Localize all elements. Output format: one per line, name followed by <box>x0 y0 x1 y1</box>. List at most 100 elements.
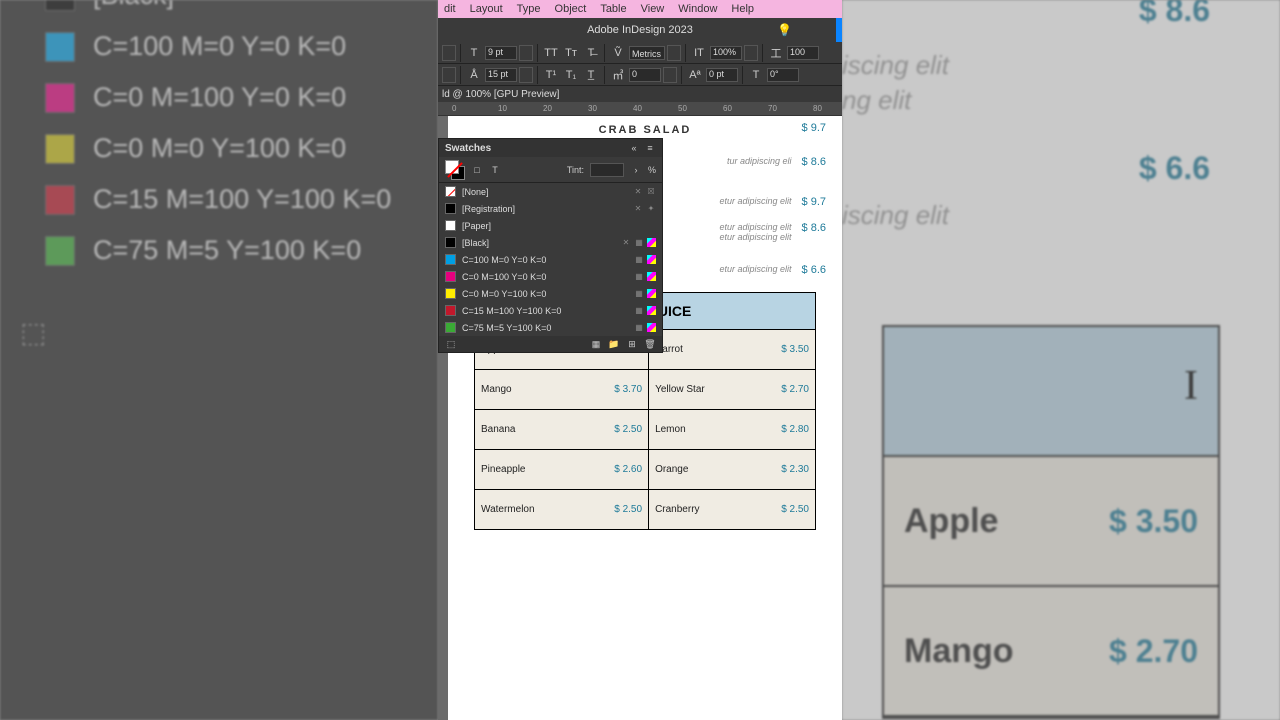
menu-table[interactable]: Table <box>600 3 626 15</box>
font-size-field[interactable]: 9 pt <box>485 46 517 60</box>
sync-icon[interactable] <box>836 18 842 42</box>
bg-right-zoom: $ 8.6 iscing elit ng elit $ 6.6 iscing e… <box>842 0 1280 720</box>
tint-stepper[interactable]: › <box>630 164 642 176</box>
registration-icon: ✦ <box>646 204 656 214</box>
underline-icon[interactable]: T̲ <box>582 69 600 81</box>
panel-header[interactable]: Swatches « ≡ <box>439 139 662 157</box>
subscript-icon[interactable]: T₁ <box>562 69 580 81</box>
juice-cell[interactable]: Mango$ 3.70 <box>475 370 649 410</box>
swatch-chip <box>445 220 456 231</box>
juice-cell[interactable]: Lemon$ 2.80 <box>649 410 816 450</box>
document-tab[interactable]: ld @ 100% [GPU Preview] <box>438 86 842 102</box>
kerning-field[interactable]: Metrics <box>629 46 665 60</box>
lock-icon: ✕ <box>633 187 643 197</box>
new-swatch-icon[interactable]: ⊞ <box>626 338 638 350</box>
juice-cell[interactable]: Pineapple $ 2.60 <box>475 450 649 490</box>
cmyk-icon <box>647 323 656 332</box>
leading-field[interactable]: 15 pt <box>485 68 517 82</box>
folder-icon[interactable]: 📁 <box>608 338 620 350</box>
swatch-box <box>45 83 75 113</box>
swatch-row[interactable]: C=0 M=100 Y=0 K=0 ▦ <box>439 268 662 285</box>
swatch-row[interactable]: C=100 M=0 Y=0 K=0 ▦ <box>439 251 662 268</box>
hint-icon[interactable]: 💡 <box>777 23 792 37</box>
tint-field[interactable] <box>590 163 624 177</box>
add-to-cc-icon[interactable]: ⬚ <box>445 338 457 350</box>
superscript-icon[interactable]: T¹ <box>542 69 560 81</box>
bg-left-zoom: [Black] C=100 M=0 Y=0 K=0 C=0 M=100 Y=0 … <box>0 0 438 720</box>
skew-field[interactable]: 0° <box>767 68 799 82</box>
juice-cell[interactable]: Cranberry$ 2.50 <box>649 490 816 530</box>
ruler-mark: 40 <box>633 104 642 113</box>
bg-price: $ 6.6 <box>1139 150 1210 187</box>
skew-icon: T <box>747 69 765 81</box>
menu-layout[interactable]: Layout <box>470 3 503 15</box>
juice-price: $ 2.50 <box>614 504 642 515</box>
bg-desc: iscing elit <box>842 200 949 231</box>
swatch-box <box>45 32 75 62</box>
cmyk-icon <box>647 255 656 264</box>
tracking-dropdown[interactable] <box>663 67 677 83</box>
tracking-field[interactable]: 0 <box>629 68 661 82</box>
swatch-row[interactable]: C=75 M=5 Y=100 K=0 ▦ <box>439 319 662 336</box>
juice-cell[interactable]: Watermelon$ 2.50 <box>475 490 649 530</box>
menu-object[interactable]: Object <box>555 3 587 15</box>
leading-icon: Å <box>465 69 483 81</box>
menu-edit[interactable]: dit <box>444 3 456 15</box>
swatch-row[interactable]: C=0 M=0 Y=100 K=0 ▦ <box>439 285 662 302</box>
kerning-icon: Ṽ <box>609 47 627 59</box>
swatch-row[interactable]: [None] ✕☒ <box>439 183 662 200</box>
fill-stroke-icon[interactable] <box>445 160 465 180</box>
bg-desc: ng elit <box>842 85 911 116</box>
juice-cell[interactable]: Carrot$ 3.50 <box>649 330 816 370</box>
menu-view[interactable]: View <box>641 3 665 15</box>
price: $ 8.6 <box>802 222 826 242</box>
collapse-icon[interactable]: « <box>628 142 640 154</box>
font-dropdown[interactable] <box>442 45 456 61</box>
font-size-dropdown[interactable] <box>519 45 533 61</box>
juice-name: Pineapple <box>481 464 525 475</box>
delete-swatch-icon[interactable]: 🗑 <box>644 338 656 350</box>
vscale-dropdown[interactable] <box>744 45 758 61</box>
style-dropdown[interactable] <box>442 67 456 83</box>
swatch-row[interactable]: [Paper] <box>439 217 662 234</box>
process-icon: ▦ <box>634 289 644 299</box>
swatch-box <box>45 236 75 266</box>
swatches-panel[interactable]: Swatches « ≡ □ T Tint: › % <box>438 138 663 353</box>
strikethrough-icon[interactable]: T̶ <box>582 47 600 59</box>
canvas[interactable]: CRAB SALAD $ 9.7 tur adipiscing eli $ 8.… <box>438 116 842 720</box>
swatch-chip <box>445 186 456 197</box>
juice-cell[interactable]: Orange$ 2.30 <box>649 450 816 490</box>
baseline-field[interactable]: 0 pt <box>706 68 738 82</box>
vscale-field[interactable]: 100% <box>710 46 742 60</box>
allcaps-icon[interactable]: TT <box>542 47 560 59</box>
price: $ 6.6 <box>802 264 826 276</box>
swatch-box <box>45 134 75 164</box>
indesign-app: dit Layout Type Object Table View Window… <box>438 0 842 720</box>
smallcaps-icon[interactable]: Tᴛ <box>562 47 580 59</box>
hscale-icon: 工 <box>767 45 785 61</box>
leading-dropdown[interactable] <box>519 67 533 83</box>
juice-name: Orange <box>655 464 688 475</box>
swatch-chip <box>445 254 456 265</box>
swatch-row[interactable]: [Registration] ✕✦ <box>439 200 662 217</box>
juice-cell[interactable]: Yellow Star$ 2.70 <box>649 370 816 410</box>
container-icon[interactable]: □ <box>471 164 483 176</box>
cmyk-icon <box>647 272 656 281</box>
menu-type[interactable]: Type <box>517 3 541 15</box>
text-icon[interactable]: T <box>489 164 501 176</box>
swatch-row[interactable]: C=15 M=100 Y=100 K=0 ▦ <box>439 302 662 319</box>
horizontal-ruler[interactable]: 0 10 20 30 40 50 60 70 80 <box>438 102 842 116</box>
panel-menu-icon[interactable]: ≡ <box>644 142 656 154</box>
menu-window[interactable]: Window <box>678 3 717 15</box>
juice-price: $ 2.60 <box>614 464 642 475</box>
swatch-name: [Registration] <box>462 204 627 214</box>
hscale-field[interactable]: 100 <box>787 46 819 60</box>
swatch-row[interactable]: [Black] ✕▦ <box>439 234 662 251</box>
bg-table: I Apple $ 3.50 Mango $ 2.70 <box>882 325 1220 719</box>
kerning-dropdown[interactable] <box>667 45 681 61</box>
juice-cell[interactable]: Banana$ 2.50 <box>475 410 649 450</box>
new-group-icon[interactable]: ▦ <box>590 338 602 350</box>
ruler-mark: 10 <box>498 104 507 113</box>
swatch-label: C=100 M=0 Y=0 K=0 <box>93 31 346 62</box>
menu-help[interactable]: Help <box>731 3 754 15</box>
